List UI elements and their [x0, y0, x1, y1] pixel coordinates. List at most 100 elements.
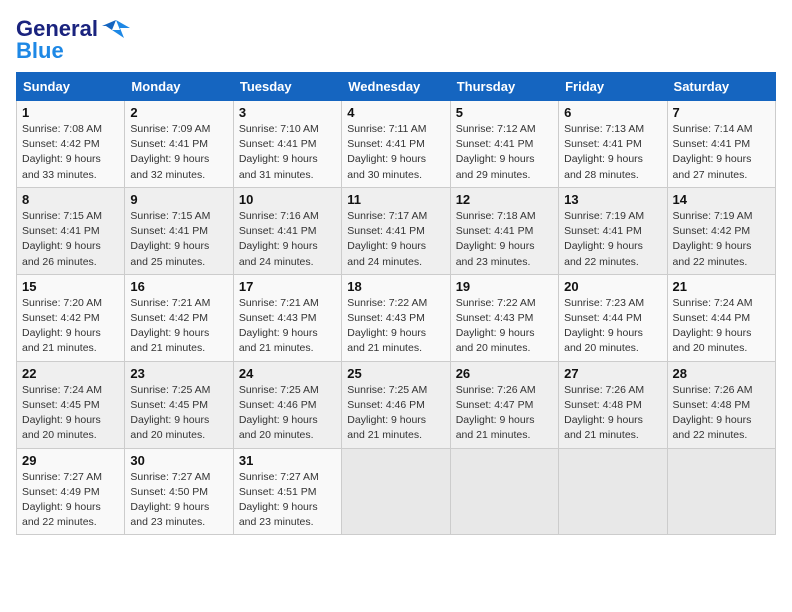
- calendar-cell: 9 Sunrise: 7:15 AMSunset: 4:41 PMDayligh…: [125, 187, 233, 274]
- day-number: 18: [347, 279, 444, 294]
- logo: General Blue: [16, 16, 130, 64]
- calendar-cell: 26 Sunrise: 7:26 AMSunset: 4:47 PMDaylig…: [450, 361, 558, 448]
- day-number: 19: [456, 279, 553, 294]
- calendar-cell: 12 Sunrise: 7:18 AMSunset: 4:41 PMDaylig…: [450, 187, 558, 274]
- day-number: 23: [130, 366, 227, 381]
- cell-info: Sunrise: 7:17 AMSunset: 4:41 PMDaylight:…: [347, 210, 427, 268]
- cell-info: Sunrise: 7:25 AMSunset: 4:46 PMDaylight:…: [347, 384, 427, 442]
- day-number: 12: [456, 192, 553, 207]
- cell-info: Sunrise: 7:12 AMSunset: 4:41 PMDaylight:…: [456, 123, 536, 181]
- cell-info: Sunrise: 7:10 AMSunset: 4:41 PMDaylight:…: [239, 123, 319, 181]
- calendar-cell: 1 Sunrise: 7:08 AMSunset: 4:42 PMDayligh…: [17, 101, 125, 188]
- day-of-week-monday: Monday: [125, 73, 233, 101]
- calendar-cell: 3 Sunrise: 7:10 AMSunset: 4:41 PMDayligh…: [233, 101, 341, 188]
- cell-info: Sunrise: 7:16 AMSunset: 4:41 PMDaylight:…: [239, 210, 319, 268]
- day-number: 21: [673, 279, 770, 294]
- day-number: 29: [22, 453, 119, 468]
- calendar-cell: 30 Sunrise: 7:27 AMSunset: 4:50 PMDaylig…: [125, 448, 233, 535]
- calendar-cell: 28 Sunrise: 7:26 AMSunset: 4:48 PMDaylig…: [667, 361, 775, 448]
- calendar-cell: 22 Sunrise: 7:24 AMSunset: 4:45 PMDaylig…: [17, 361, 125, 448]
- day-number: 14: [673, 192, 770, 207]
- calendar-cell: 20 Sunrise: 7:23 AMSunset: 4:44 PMDaylig…: [559, 274, 667, 361]
- day-number: 1: [22, 105, 119, 120]
- calendar-cell: 24 Sunrise: 7:25 AMSunset: 4:46 PMDaylig…: [233, 361, 341, 448]
- day-number: 28: [673, 366, 770, 381]
- day-of-week-friday: Friday: [559, 73, 667, 101]
- day-of-week-tuesday: Tuesday: [233, 73, 341, 101]
- cell-info: Sunrise: 7:26 AMSunset: 4:48 PMDaylight:…: [564, 384, 644, 442]
- day-number: 13: [564, 192, 661, 207]
- calendar-cell: 10 Sunrise: 7:16 AMSunset: 4:41 PMDaylig…: [233, 187, 341, 274]
- calendar-week-2: 8 Sunrise: 7:15 AMSunset: 4:41 PMDayligh…: [17, 187, 776, 274]
- calendar-week-3: 15 Sunrise: 7:20 AMSunset: 4:42 PMDaylig…: [17, 274, 776, 361]
- calendar-cell: 21 Sunrise: 7:24 AMSunset: 4:44 PMDaylig…: [667, 274, 775, 361]
- logo-icon: [102, 18, 130, 40]
- day-number: 9: [130, 192, 227, 207]
- cell-info: Sunrise: 7:26 AMSunset: 4:47 PMDaylight:…: [456, 384, 536, 442]
- calendar-week-4: 22 Sunrise: 7:24 AMSunset: 4:45 PMDaylig…: [17, 361, 776, 448]
- days-of-week-row: SundayMondayTuesdayWednesdayThursdayFrid…: [17, 73, 776, 101]
- day-number: 20: [564, 279, 661, 294]
- calendar-cell: 8 Sunrise: 7:15 AMSunset: 4:41 PMDayligh…: [17, 187, 125, 274]
- day-number: 5: [456, 105, 553, 120]
- day-of-week-wednesday: Wednesday: [342, 73, 450, 101]
- cell-info: Sunrise: 7:21 AMSunset: 4:42 PMDaylight:…: [130, 297, 210, 355]
- cell-info: Sunrise: 7:15 AMSunset: 4:41 PMDaylight:…: [22, 210, 102, 268]
- day-number: 15: [22, 279, 119, 294]
- day-number: 16: [130, 279, 227, 294]
- cell-info: Sunrise: 7:18 AMSunset: 4:41 PMDaylight:…: [456, 210, 536, 268]
- calendar-cell: 4 Sunrise: 7:11 AMSunset: 4:41 PMDayligh…: [342, 101, 450, 188]
- day-number: 22: [22, 366, 119, 381]
- day-number: 6: [564, 105, 661, 120]
- day-number: 26: [456, 366, 553, 381]
- calendar-cell: 23 Sunrise: 7:25 AMSunset: 4:45 PMDaylig…: [125, 361, 233, 448]
- calendar-table: SundayMondayTuesdayWednesdayThursdayFrid…: [16, 72, 776, 535]
- calendar-cell: 14 Sunrise: 7:19 AMSunset: 4:42 PMDaylig…: [667, 187, 775, 274]
- day-number: 17: [239, 279, 336, 294]
- page-header: General Blue: [16, 16, 776, 64]
- calendar-cell: [559, 448, 667, 535]
- day-of-week-saturday: Saturday: [667, 73, 775, 101]
- calendar-cell: 29 Sunrise: 7:27 AMSunset: 4:49 PMDaylig…: [17, 448, 125, 535]
- calendar-week-1: 1 Sunrise: 7:08 AMSunset: 4:42 PMDayligh…: [17, 101, 776, 188]
- cell-info: Sunrise: 7:22 AMSunset: 4:43 PMDaylight:…: [456, 297, 536, 355]
- day-number: 11: [347, 192, 444, 207]
- cell-info: Sunrise: 7:14 AMSunset: 4:41 PMDaylight:…: [673, 123, 753, 181]
- calendar-cell: 19 Sunrise: 7:22 AMSunset: 4:43 PMDaylig…: [450, 274, 558, 361]
- day-number: 4: [347, 105, 444, 120]
- cell-info: Sunrise: 7:25 AMSunset: 4:46 PMDaylight:…: [239, 384, 319, 442]
- calendar-cell: 6 Sunrise: 7:13 AMSunset: 4:41 PMDayligh…: [559, 101, 667, 188]
- cell-info: Sunrise: 7:20 AMSunset: 4:42 PMDaylight:…: [22, 297, 102, 355]
- cell-info: Sunrise: 7:27 AMSunset: 4:51 PMDaylight:…: [239, 471, 319, 529]
- calendar-cell: 17 Sunrise: 7:21 AMSunset: 4:43 PMDaylig…: [233, 274, 341, 361]
- cell-info: Sunrise: 7:13 AMSunset: 4:41 PMDaylight:…: [564, 123, 644, 181]
- calendar-body: 1 Sunrise: 7:08 AMSunset: 4:42 PMDayligh…: [17, 101, 776, 535]
- cell-info: Sunrise: 7:11 AMSunset: 4:41 PMDaylight:…: [347, 123, 426, 181]
- calendar-cell: [450, 448, 558, 535]
- cell-info: Sunrise: 7:24 AMSunset: 4:45 PMDaylight:…: [22, 384, 102, 442]
- calendar-cell: 18 Sunrise: 7:22 AMSunset: 4:43 PMDaylig…: [342, 274, 450, 361]
- cell-info: Sunrise: 7:25 AMSunset: 4:45 PMDaylight:…: [130, 384, 210, 442]
- day-number: 31: [239, 453, 336, 468]
- day-of-week-thursday: Thursday: [450, 73, 558, 101]
- cell-info: Sunrise: 7:09 AMSunset: 4:41 PMDaylight:…: [130, 123, 210, 181]
- calendar-cell: 7 Sunrise: 7:14 AMSunset: 4:41 PMDayligh…: [667, 101, 775, 188]
- calendar-cell: [667, 448, 775, 535]
- calendar-cell: 27 Sunrise: 7:26 AMSunset: 4:48 PMDaylig…: [559, 361, 667, 448]
- day-number: 8: [22, 192, 119, 207]
- day-number: 24: [239, 366, 336, 381]
- day-of-week-sunday: Sunday: [17, 73, 125, 101]
- day-number: 30: [130, 453, 227, 468]
- cell-info: Sunrise: 7:27 AMSunset: 4:49 PMDaylight:…: [22, 471, 102, 529]
- day-number: 27: [564, 366, 661, 381]
- calendar-cell: 2 Sunrise: 7:09 AMSunset: 4:41 PMDayligh…: [125, 101, 233, 188]
- day-number: 2: [130, 105, 227, 120]
- day-number: 10: [239, 192, 336, 207]
- calendar-cell: 31 Sunrise: 7:27 AMSunset: 4:51 PMDaylig…: [233, 448, 341, 535]
- calendar-cell: 15 Sunrise: 7:20 AMSunset: 4:42 PMDaylig…: [17, 274, 125, 361]
- cell-info: Sunrise: 7:26 AMSunset: 4:48 PMDaylight:…: [673, 384, 753, 442]
- cell-info: Sunrise: 7:19 AMSunset: 4:41 PMDaylight:…: [564, 210, 644, 268]
- cell-info: Sunrise: 7:27 AMSunset: 4:50 PMDaylight:…: [130, 471, 210, 529]
- cell-info: Sunrise: 7:24 AMSunset: 4:44 PMDaylight:…: [673, 297, 753, 355]
- cell-info: Sunrise: 7:15 AMSunset: 4:41 PMDaylight:…: [130, 210, 210, 268]
